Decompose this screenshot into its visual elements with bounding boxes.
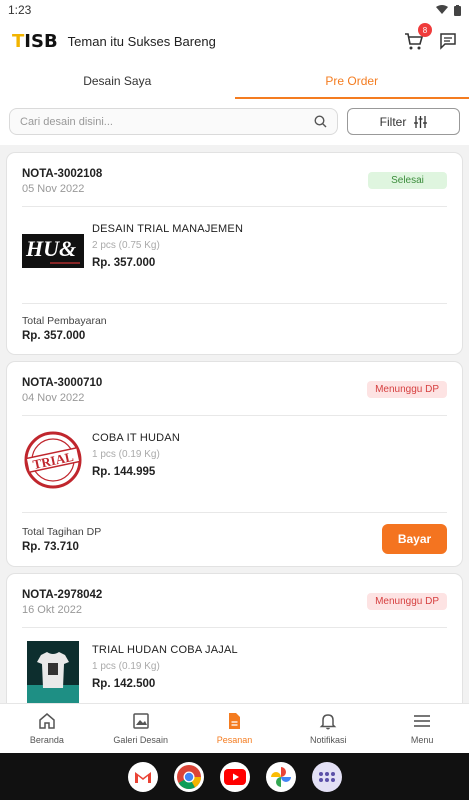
product-quantity: 1 pcs (0.19 Kg) (92, 661, 160, 672)
nav-label: Beranda (29, 735, 64, 745)
product-thumbnail: HU& (22, 221, 84, 281)
total-amount: Rp. 73.710 (22, 540, 79, 553)
total-label: Total Pembayaran (22, 315, 107, 327)
cart-button[interactable]: 8 (403, 23, 432, 52)
search-icon (314, 115, 327, 128)
bottom-navigation: Beranda Galeri Desain Pesanan Notifikasi… (0, 703, 469, 753)
brand-logo: T ISB (12, 30, 58, 52)
tab-desain-saya[interactable]: Desain Saya (0, 62, 235, 99)
chrome-icon[interactable] (173, 761, 204, 792)
sliders-icon (414, 115, 428, 128)
order-date: 16 Okt 2022 (22, 604, 82, 616)
system-dock (0, 753, 469, 800)
filter-button[interactable]: Filter (347, 108, 460, 135)
status-badge: Menunggu DP (367, 593, 447, 610)
nav-menu[interactable]: Menu (375, 704, 469, 753)
wifi-icon (436, 5, 448, 14)
search-placeholder: Cari desain disini... (20, 115, 113, 128)
order-date: 05 Nov 2022 (22, 183, 85, 195)
tab-pre-order[interactable]: Pre Order (234, 62, 469, 99)
product-quantity: 2 pcs (0.75 Kg) (92, 240, 160, 251)
total-label: Total Tagihan DP (22, 525, 102, 538)
order-number: NOTA-3000710 (22, 377, 103, 389)
product-name: TRIAL HUDAN COBA JAJAL (92, 644, 238, 656)
chat-icon[interactable] (439, 32, 457, 50)
product-price: Rp. 142.500 (92, 678, 156, 690)
status-badge: Selesai (368, 172, 447, 189)
bell-icon (319, 714, 337, 730)
product-price: Rp. 144.995 (92, 466, 156, 478)
total-amount: Rp. 357.000 (22, 330, 86, 342)
status-bar: 1:23 (0, 0, 469, 20)
order-card[interactable]: NOTA-3000710 04 Nov 2022 Menunggu DP TRI… (7, 362, 462, 566)
product-name: DESAIN TRIAL MANAJEMEN (92, 223, 244, 235)
order-date: 04 Nov 2022 (22, 392, 85, 404)
youtube-icon[interactable] (219, 761, 250, 792)
clock: 1:23 (8, 3, 32, 17)
svg-text:HU&: HU& (25, 236, 76, 261)
order-list[interactable]: NOTA-3002108 05 Nov 2022 Selesai HU& DES… (0, 145, 469, 703)
pay-button[interactable]: Bayar (382, 524, 447, 554)
nav-label: Pesanan (216, 735, 253, 745)
nav-beranda[interactable]: Beranda (0, 704, 94, 753)
product-thumbnail: TRIAL (22, 430, 84, 490)
nav-label: Galeri Desain (113, 735, 168, 745)
gallery-icon (132, 713, 149, 729)
menu-icon (414, 715, 431, 727)
app-title: Teman itu Sukses Bareng (67, 33, 216, 49)
product-price: Rp. 357.000 (92, 257, 156, 269)
home-icon (39, 713, 55, 729)
order-number: NOTA-3002108 (22, 168, 103, 180)
product-thumbnail (22, 641, 84, 703)
app-header: T ISB Teman itu Sukses Bareng 8 (0, 20, 469, 62)
tab-bar: Desain Saya Pre Order (0, 62, 469, 99)
nav-pesanan[interactable]: Pesanan (188, 704, 282, 753)
status-badge: Menunggu DP (367, 381, 447, 398)
photos-icon[interactable] (265, 761, 296, 792)
orders-icon (229, 713, 241, 729)
filter-label: Filter (379, 114, 407, 129)
product-quantity: 1 pcs (0.19 Kg) (92, 449, 160, 460)
gmail-icon[interactable] (127, 761, 158, 792)
cart-count-badge: 8 (418, 23, 432, 37)
nav-label: Notifikasi (310, 735, 347, 745)
order-card[interactable]: NOTA-3002108 05 Nov 2022 Selesai HU& DES… (7, 153, 462, 354)
search-input[interactable]: Cari desain disini... (9, 108, 338, 135)
battery-icon (454, 4, 461, 16)
search-area: Cari desain disini... Filter (0, 99, 469, 145)
svg-text:TRIAL: TRIAL (31, 449, 75, 472)
nav-notifikasi[interactable]: Notifikasi (281, 704, 375, 753)
nav-label: Menu (410, 735, 434, 745)
apps-icon[interactable] (311, 761, 342, 792)
order-card[interactable]: NOTA-2978042 16 Okt 2022 Menunggu DP TRI… (7, 574, 462, 703)
product-name: COBA IT HUDAN (92, 432, 180, 444)
nav-galeri-desain[interactable]: Galeri Desain (94, 704, 188, 753)
order-number: NOTA-2978042 (22, 589, 103, 601)
